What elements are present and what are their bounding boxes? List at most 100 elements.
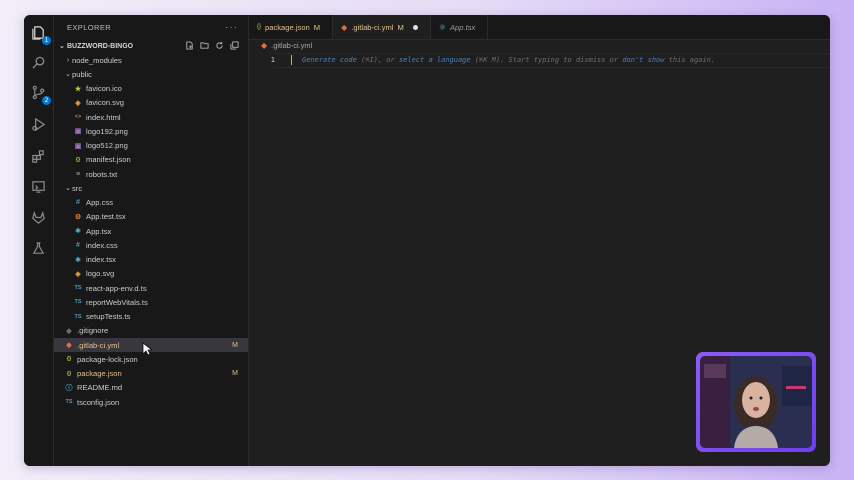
tree-file[interactable]: ⓘ README.md: [54, 381, 248, 395]
run-debug-icon[interactable]: [30, 116, 47, 133]
explorer-icon[interactable]: 1: [30, 24, 51, 45]
tree-file[interactable]: TS setupTests.ts: [54, 310, 248, 324]
editor-tab[interactable]: ⚛ App.tsx: [431, 15, 489, 39]
tree-item-label: App.css: [86, 198, 114, 208]
dont-show-link[interactable]: don't show: [622, 56, 664, 64]
tree-item-label: tsconfig.json: [77, 397, 120, 407]
image-file-icon: ▣: [74, 128, 82, 136]
editor-line-1[interactable]: 1 Generate code (⌘I), or select a langua…: [249, 53, 830, 66]
json-file-icon: {}: [66, 370, 72, 377]
select-language-link[interactable]: select a language: [399, 56, 471, 64]
explorer-sidebar: EXPLORER ··· ⌄ BUZZWORD-BINGO › node_modu…: [54, 15, 249, 466]
tree-file[interactable]: ⚛ App.tsx: [54, 224, 248, 238]
svg-file-icon: ◈: [75, 99, 81, 107]
collapse-all-icon[interactable]: [229, 40, 240, 51]
generate-code-link[interactable]: Generate code: [302, 56, 357, 64]
tree-file[interactable]: # App.css: [54, 196, 248, 210]
tree-item-label: App.test.tsx: [86, 212, 126, 222]
text-file-icon: ≡: [75, 170, 81, 178]
tree-file[interactable]: ◈ logo.svg: [54, 267, 248, 281]
tree-folder[interactable]: ⌄ src: [54, 181, 248, 195]
tree-file[interactable]: {} package.json M: [54, 367, 248, 381]
project-root[interactable]: ⌄ BUZZWORD-BINGO: [54, 39, 248, 53]
tree-file[interactable]: TS react-app-env.d.ts: [54, 281, 248, 295]
source-control-icon[interactable]: 2: [30, 84, 51, 105]
tree-folder[interactable]: ⌄ public: [54, 67, 248, 81]
remote-explorer-icon[interactable]: [30, 178, 47, 195]
chevron-down-icon: ⌄: [59, 43, 65, 50]
webcam-overlay: [696, 352, 816, 452]
explorer-badge: 1: [42, 36, 51, 45]
tree-item-label: node_modules: [72, 55, 122, 65]
tree-item-label: manifest.json: [86, 155, 131, 165]
hint-text: (⌘I), or: [356, 55, 399, 64]
tree-file[interactable]: ◆ .gitignore: [54, 324, 248, 338]
gitlab-file-icon: ◆: [341, 22, 348, 32]
editor-tab[interactable]: ◆ .gitlab-ci.yml M: [333, 15, 431, 39]
tab-modified-badge: M: [313, 22, 321, 32]
tree-item-label: index.css: [86, 240, 118, 250]
tree-item-label: setupTests.ts: [86, 312, 131, 322]
tab-label: App.tsx: [449, 22, 476, 32]
tree-file[interactable]: ◈ favicon.svg: [54, 96, 248, 110]
tree-item-label: logo512.png: [86, 141, 128, 151]
new-file-icon[interactable]: [184, 40, 195, 51]
chevron-down-icon: ⌄: [65, 185, 71, 193]
tree-file[interactable]: <> index.html: [54, 110, 248, 124]
tree-item-label: index.tsx: [86, 255, 116, 265]
tree-file[interactable]: {} manifest.json: [54, 153, 248, 167]
tree-file[interactable]: TS tsconfig.json: [54, 395, 248, 409]
star-file-icon: ★: [74, 85, 82, 93]
mouse-pointer-icon: [142, 342, 152, 356]
tree-item-label: favicon.svg: [86, 98, 124, 108]
source-control-badge: 2: [42, 96, 51, 105]
tree-item-label: logo192.png: [86, 126, 128, 136]
breadcrumb[interactable]: ◆ .gitlab-ci.yml: [261, 41, 312, 50]
tree-file[interactable]: ⚙ App.test.tsx: [54, 210, 248, 224]
tab-label: package.json: [265, 22, 310, 32]
test-file-icon: ⚙: [74, 213, 82, 221]
tree-file[interactable]: ▣ logo192.png: [54, 124, 248, 138]
tree-item-label: public: [72, 69, 92, 79]
testing-icon[interactable]: [30, 240, 47, 257]
modified-badge: M: [232, 341, 238, 349]
tree-item-label: .gitlab-ci.yml: [77, 340, 120, 350]
more-actions-icon[interactable]: ···: [225, 22, 238, 33]
tree-item-label: robots.txt: [86, 169, 118, 179]
tree-file[interactable]: # index.css: [54, 238, 248, 252]
unsaved-dot-icon[interactable]: [412, 24, 418, 30]
presenter-video: [700, 356, 812, 448]
html-file-icon: <>: [74, 114, 82, 121]
new-folder-icon[interactable]: [199, 40, 210, 51]
tree-file[interactable]: ⚛ index.tsx: [54, 253, 248, 267]
image-file-icon: ▣: [74, 142, 82, 150]
tree-item-label: reportWebVitals.ts: [86, 297, 148, 307]
tree-item-label: logo.svg: [86, 269, 115, 279]
hint-text: (⌘K M). Start typing to dismiss or: [470, 55, 623, 64]
info-file-icon: ⓘ: [65, 384, 73, 392]
tree-item-label: react-app-env.d.ts: [86, 283, 147, 293]
tree-item-label: README.md: [77, 383, 123, 393]
tree-item-label: package-lock.json: [77, 354, 138, 364]
tree-folder[interactable]: › node_modules: [54, 53, 248, 67]
tab-modified-badge: M: [397, 22, 404, 32]
tree-file[interactable]: TS reportWebVitals.ts: [54, 295, 248, 309]
search-icon[interactable]: [30, 54, 47, 71]
tree-file[interactable]: ≡ robots.txt: [54, 167, 248, 181]
chevron-right-icon: ›: [66, 56, 70, 64]
css-file-icon: #: [76, 199, 80, 207]
tree-file[interactable]: ★ favicon.ico: [54, 82, 248, 96]
activity-bar: 1 2: [24, 15, 54, 466]
editor-tab[interactable]: {} package.json M: [249, 15, 334, 39]
text-cursor: [291, 54, 292, 65]
explorer-title: EXPLORER: [67, 22, 112, 32]
gitlab-icon[interactable]: [30, 209, 47, 226]
tree-item-label: favicon.ico: [86, 84, 122, 94]
extensions-icon[interactable]: [30, 148, 47, 165]
tree-file[interactable]: ▣ logo512.png: [54, 139, 248, 153]
refresh-icon[interactable]: [214, 40, 225, 51]
svg-file-icon: ◈: [75, 270, 81, 278]
css-file-icon: #: [76, 241, 80, 249]
tab-label: .gitlab-ci.yml: [351, 22, 394, 32]
tree-item-label: index.html: [86, 112, 121, 122]
